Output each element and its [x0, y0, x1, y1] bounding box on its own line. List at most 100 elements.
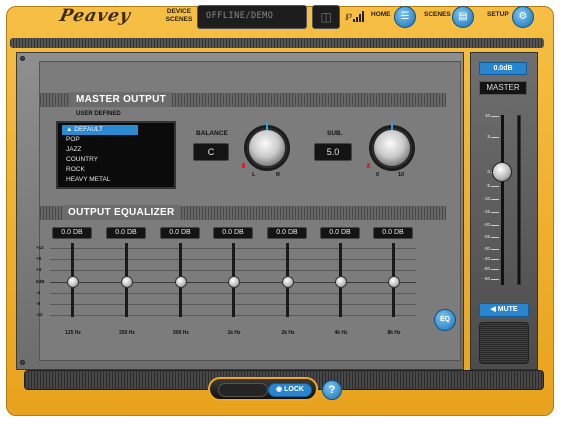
master-scale-label: -30 — [483, 246, 490, 251]
eq-slider-thumb[interactable] — [388, 276, 400, 288]
master-scale-tick — [491, 186, 499, 187]
eq-band-value: 0.0 DB — [373, 227, 413, 239]
master-scale-tick — [491, 225, 499, 226]
balance-label: BALANCE — [196, 130, 228, 137]
preset-label: DEFAULT — [74, 126, 104, 133]
setup-label: SETUP — [487, 11, 509, 18]
master-scale-label: 0 — [487, 169, 490, 174]
master-scale-label: 5 — [487, 134, 490, 139]
eq-slider-thumb[interactable] — [228, 276, 240, 288]
eq-band-value: 0.0 DB — [267, 227, 307, 239]
eq-slider-thumb[interactable] — [121, 276, 133, 288]
eq-band-value: 0.0 DB — [320, 227, 360, 239]
preset-item[interactable]: HEAVY METAL — [62, 175, 170, 185]
eq-band-frequency: 125 Hz — [65, 330, 81, 336]
master-scale-tick — [491, 249, 499, 250]
sub-min-tick: 0 — [376, 172, 380, 178]
master-scale-label: -40 — [483, 256, 490, 261]
sub-label: SUB. — [327, 130, 343, 137]
eq-slider-thumb[interactable] — [335, 276, 347, 288]
master-scale-tick — [491, 212, 499, 213]
home-button[interactable]: ☰ — [394, 6, 416, 28]
master-scale-label: -25 — [483, 234, 490, 239]
eq-band-frequency: 1k Hz — [227, 330, 241, 336]
scenes-button[interactable]: ▤ — [452, 6, 474, 28]
eq-band-frequency: 2k Hz — [281, 330, 295, 336]
home-label: HOME — [371, 11, 391, 18]
db-scale-label: -12 — [36, 312, 43, 317]
eq-band-value: 0.0 DB — [106, 227, 146, 239]
eq-band-value: 0.0 DB — [213, 227, 253, 239]
master-scale-label: -60 — [483, 276, 490, 281]
master-scale-tick — [491, 116, 499, 117]
device-icon[interactable]: ◫ — [312, 5, 340, 29]
eq-slider-thumb[interactable] — [282, 276, 294, 288]
eq-slider-thumb[interactable] — [67, 276, 79, 288]
mute-button[interactable]: ◀ MUTE — [479, 303, 529, 317]
master-scale-label: 10 — [484, 113, 490, 118]
equalizer-title: OUTPUT EQUALIZER — [62, 205, 181, 220]
sub-max-tick: 10 — [398, 172, 405, 178]
screw — [20, 360, 25, 365]
db-scale-label: +4 — [36, 267, 42, 272]
eq-band-frequency: 4k Hz — [334, 330, 348, 336]
lock-label: LOCK — [284, 386, 304, 393]
top-grille — [10, 38, 544, 48]
lock-button[interactable]: ◉ LOCK — [268, 383, 312, 397]
master-channel-name: MASTER — [479, 81, 527, 95]
status-display: OFFLINE/DEMO — [197, 5, 307, 29]
screw — [20, 56, 25, 61]
master-scale-label: -10 — [483, 196, 490, 201]
db-scale-label: +12 — [36, 245, 44, 250]
signal-strength-icon — [353, 10, 364, 22]
knob-min-marker — [367, 163, 370, 168]
preset-item[interactable]: ROCK — [62, 165, 170, 175]
master-scale-label: -15 — [483, 209, 490, 214]
speaker-icon: ◀ — [490, 306, 496, 313]
preset-item[interactable]: ▲ DEFAULT — [62, 125, 138, 135]
balance-right-tick: R — [276, 172, 280, 178]
balance-knob[interactable] — [247, 122, 287, 168]
speaker-grille — [479, 322, 529, 364]
bluetooth-icon: ℘ — [345, 10, 352, 21]
master-output-header: MASTER OUTPUT — [40, 92, 446, 107]
master-fader-thumb[interactable] — [492, 162, 512, 182]
master-db-value: 0.0dB — [479, 62, 527, 75]
knob-min-marker — [242, 163, 245, 168]
preset-item[interactable]: JAZZ — [62, 145, 170, 155]
master-scale-tick — [491, 137, 499, 138]
master-scale-label: -5 — [485, 183, 490, 188]
master-fader-track[interactable] — [501, 115, 504, 285]
db-scale-label: -8 — [36, 301, 41, 306]
scenes-label: SCENES — [424, 11, 451, 18]
master-output-title: MASTER OUTPUT — [70, 92, 173, 107]
db-scale-label: +8 — [36, 256, 42, 261]
eq-button[interactable]: EQ — [434, 309, 456, 331]
scenes-icon: ▤ — [458, 11, 468, 22]
mixer-icon: ☰ — [400, 11, 410, 22]
mute-label: MUTE — [497, 306, 518, 313]
sub-value: 5.0 — [314, 143, 352, 161]
eq-band-value: 0.0 DB — [160, 227, 200, 239]
preset-list[interactable]: ▲ DEFAULT POP JAZZ COUNTRY ROCK HEAVY ME… — [56, 121, 176, 189]
master-level-meter — [517, 115, 521, 285]
device-scenes-label: DEVICE SCENES — [165, 8, 193, 23]
lock-slider[interactable] — [218, 383, 268, 397]
master-scale-label: -20 — [483, 222, 490, 227]
db-scale-label: 0dB — [36, 279, 45, 284]
peavey-logo: Peavey — [57, 6, 133, 26]
preset-item[interactable]: POP — [62, 135, 170, 145]
preset-item[interactable]: COUNTRY — [62, 155, 170, 165]
master-scale-tick — [491, 199, 499, 200]
help-button[interactable]: ? — [322, 380, 342, 400]
eq-band-frequency: 250 Hz — [119, 330, 135, 336]
balance-value: C — [193, 143, 229, 161]
setup-button[interactable]: ⚙ — [512, 6, 534, 28]
db-scale-label: -4 — [36, 290, 41, 295]
master-scale-label: -50 — [483, 266, 490, 271]
eq-slider-thumb[interactable] — [175, 276, 187, 288]
gear-icon: ⚙ — [518, 11, 528, 22]
eq-band-value: 0.0 DB — [52, 227, 92, 239]
knob-indicator — [391, 122, 393, 130]
sub-knob[interactable] — [372, 122, 412, 168]
